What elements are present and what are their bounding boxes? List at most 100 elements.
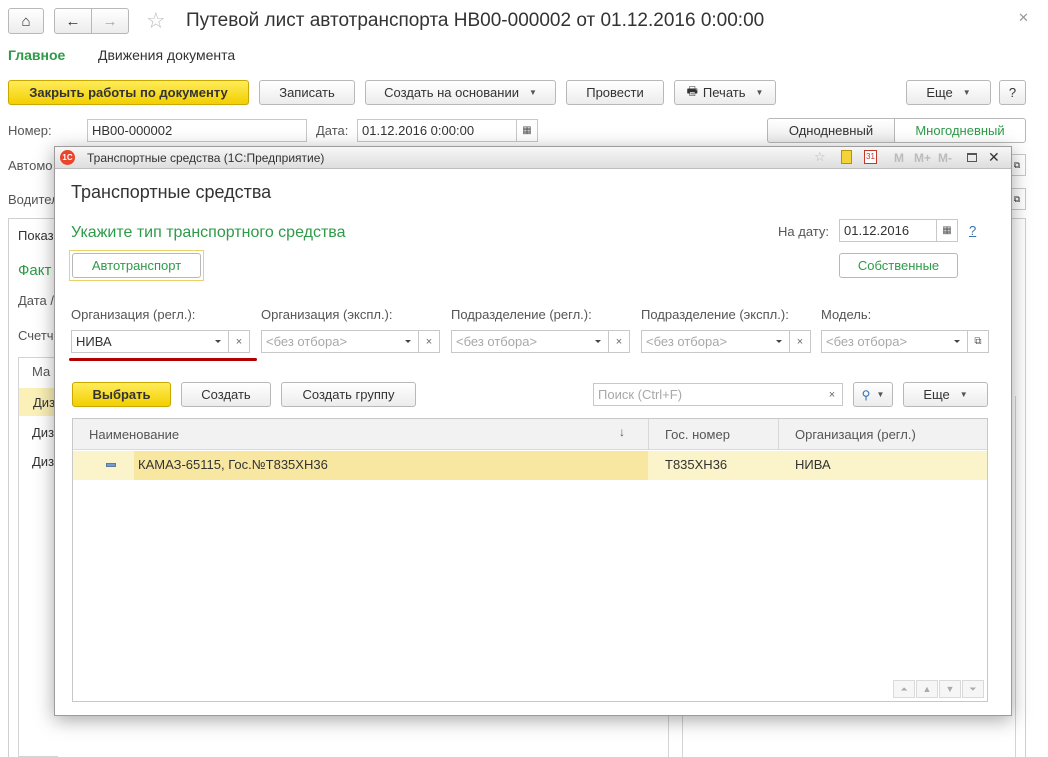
filter-dept-regl-field[interactable]: <без отбора> bbox=[451, 330, 589, 353]
filter-org-regl-label: Организация (регл.): bbox=[71, 307, 196, 322]
chevron-down-icon bbox=[215, 340, 221, 343]
calendar-icon: ▦ bbox=[942, 225, 952, 236]
on-date-calendar-button[interactable]: ▦ bbox=[936, 219, 958, 242]
dialog-heading: Транспортные средства bbox=[71, 182, 272, 202]
dropdown-arrow-icon: ▼ bbox=[959, 390, 968, 399]
help-button[interactable]: ? bbox=[999, 80, 1026, 105]
close-window-icon[interactable]: ✕ bbox=[1018, 10, 1029, 26]
filter-dept-regl-dropdown[interactable] bbox=[588, 330, 609, 353]
forward-button[interactable]: → bbox=[91, 8, 129, 34]
create-button[interactable]: Создать bbox=[181, 382, 271, 407]
favorite-star-icon[interactable]: ☆ bbox=[146, 8, 166, 34]
filter-dept-expl-dropdown[interactable] bbox=[769, 330, 790, 353]
scroll-up-button[interactable]: ▲ bbox=[916, 680, 938, 698]
tab-main[interactable]: Главное bbox=[8, 47, 65, 63]
back-button[interactable]: ← bbox=[54, 8, 92, 34]
date-field[interactable]: 01.12.2016 0:00:00 bbox=[357, 119, 517, 142]
window-title: Путевой лист автотранспорта НВ00-000002 … bbox=[186, 10, 765, 31]
maximize-icon[interactable] bbox=[967, 153, 977, 162]
more-button[interactable]: Еще ▼ bbox=[906, 80, 991, 105]
multi-day-toggle[interactable]: Многодневный bbox=[894, 118, 1026, 143]
on-date-field[interactable]: 01.12.2016 bbox=[839, 219, 937, 242]
dropdown-arrow-icon: ▼ bbox=[962, 88, 971, 97]
filter-org-regl-clear[interactable]: × bbox=[229, 330, 250, 353]
dialog-window-title: Транспортные средства (1С:Предприятие) bbox=[87, 151, 325, 165]
clear-icon: × bbox=[425, 335, 433, 348]
bg-table-row[interactable]: Диз bbox=[19, 388, 57, 416]
row-org-cell[interactable]: НИВА bbox=[795, 457, 831, 472]
clear-icon: × bbox=[615, 335, 623, 348]
sort-desc-icon[interactable]: ↓ bbox=[619, 425, 625, 439]
tab-movements[interactable]: Движения документа bbox=[98, 47, 235, 63]
dialog-more-button[interactable]: Еще ▼ bbox=[903, 382, 988, 407]
select-button[interactable]: Выбрать bbox=[72, 382, 171, 407]
close-icon[interactable]: ✕ bbox=[988, 149, 1000, 166]
column-name[interactable]: Наименование bbox=[89, 427, 179, 442]
filter-org-expl-dropdown[interactable] bbox=[398, 330, 419, 353]
filter-model-dropdown[interactable] bbox=[947, 330, 968, 353]
memory-mminus-button[interactable]: M- bbox=[938, 151, 952, 165]
filter-dept-regl-clear[interactable]: × bbox=[609, 330, 630, 353]
memory-mplus-button[interactable]: M+ bbox=[914, 151, 931, 165]
write-button[interactable]: Записать bbox=[259, 80, 355, 105]
filter-highlight-underline bbox=[69, 358, 257, 361]
filter-dept-expl-clear[interactable]: × bbox=[790, 330, 811, 353]
search-button[interactable]: ⚲ ▼ bbox=[853, 382, 893, 407]
memory-m-button[interactable]: M bbox=[894, 151, 904, 165]
calendar-button[interactable]: ▦ bbox=[516, 119, 538, 142]
calendar-icon[interactable]: 31 bbox=[864, 150, 877, 164]
number-field[interactable]: НВ00-000002 bbox=[87, 119, 307, 142]
row-name-cell[interactable]: КАМАЗ-65115, Гос.№Т835ХН36 bbox=[138, 457, 328, 472]
filter-model-open[interactable]: ⧉ bbox=[968, 330, 989, 353]
date-label: Дата: bbox=[316, 123, 349, 138]
search-icon: ⚲ bbox=[861, 387, 871, 402]
scroll-last-button[interactable]: ⏷ bbox=[962, 680, 984, 698]
filter-org-regl-field[interactable]: НИВА bbox=[71, 330, 209, 353]
filter-org-expl-field[interactable]: <без отбора> bbox=[261, 330, 399, 353]
number-label: Номер: bbox=[8, 123, 52, 138]
bg-tab-header[interactable]: Показ bbox=[18, 228, 54, 243]
dropdown-arrow-icon: ▼ bbox=[755, 88, 764, 97]
home-button[interactable]: ⌂ bbox=[8, 8, 44, 34]
filter-org-regl-dropdown[interactable] bbox=[208, 330, 229, 353]
filter-dept-expl-field[interactable]: <без отбора> bbox=[641, 330, 770, 353]
one-day-toggle[interactable]: Однодневный bbox=[767, 118, 895, 143]
close-works-button[interactable]: Закрыть работы по документу bbox=[8, 80, 249, 105]
calculator-icon[interactable] bbox=[841, 150, 852, 164]
vehicle-label: Автомо bbox=[8, 158, 53, 173]
bg-table-row[interactable]: Диз bbox=[32, 425, 54, 440]
column-org[interactable]: Организация (регл.) bbox=[795, 427, 916, 442]
filter-model-label: Модель: bbox=[821, 307, 872, 322]
dropdown-arrow-icon: ▼ bbox=[528, 88, 537, 97]
vehicles-dialog: 1С Транспортные средства (1С:Предприятие… bbox=[54, 146, 1012, 716]
app-logo-icon: 1С bbox=[60, 150, 75, 165]
item-icon bbox=[106, 463, 116, 467]
search-input[interactable]: Поиск (Ctrl+F) bbox=[593, 383, 823, 406]
vehicle-type-button[interactable]: Автотранспорт bbox=[72, 253, 201, 278]
clear-icon: × bbox=[828, 388, 836, 401]
printer-icon: 🖶 bbox=[686, 84, 698, 98]
post-button[interactable]: Провести bbox=[566, 80, 664, 105]
clear-icon: × bbox=[796, 335, 804, 348]
filter-model-field[interactable]: <без отбора> bbox=[821, 330, 948, 353]
scroll-down-button[interactable]: ▼ bbox=[939, 680, 961, 698]
search-clear[interactable]: × bbox=[822, 383, 843, 406]
filter-org-expl-clear[interactable]: × bbox=[419, 330, 440, 353]
chevron-down-icon bbox=[776, 340, 782, 343]
column-plate[interactable]: Гос. номер bbox=[665, 427, 730, 442]
column-divider bbox=[648, 419, 649, 450]
create-based-button[interactable]: Создать на основании ▼ bbox=[365, 80, 556, 105]
create-based-label: Создать на основании bbox=[384, 85, 519, 100]
chevron-down-icon bbox=[405, 340, 411, 343]
column-divider bbox=[778, 419, 779, 450]
bg-table-row[interactable]: Диз bbox=[32, 454, 54, 469]
help-link[interactable]: ? bbox=[969, 223, 976, 238]
own-vehicles-button[interactable]: Собственные bbox=[839, 253, 958, 278]
row-plate-cell[interactable]: Т835ХН36 bbox=[665, 457, 727, 472]
star-icon[interactable]: ☆ bbox=[814, 149, 826, 165]
more-label: Еще bbox=[926, 85, 953, 100]
create-group-button[interactable]: Создать группу bbox=[281, 382, 416, 407]
arrow-left-icon: ← bbox=[65, 12, 81, 30]
print-button[interactable]: 🖶 Печать ▼ bbox=[674, 80, 776, 105]
scroll-first-button[interactable]: ⏶ bbox=[893, 680, 915, 698]
